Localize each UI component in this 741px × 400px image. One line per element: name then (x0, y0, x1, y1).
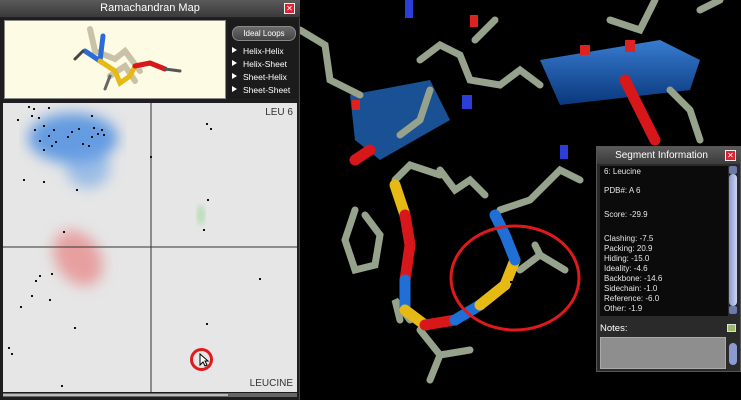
segment-packing: Packing: 20.9 (604, 244, 653, 253)
segment-header: 6: Leucine (604, 167, 641, 176)
segment-pdb: PDB#: A 6 (604, 186, 641, 195)
loop-preview (4, 20, 226, 99)
plot-scrollbar-thumb[interactable] (3, 394, 228, 396)
segment-scrollbar[interactable] (729, 166, 737, 314)
cursor-icon (199, 353, 209, 367)
segment-score: Score: -29.9 (604, 210, 648, 219)
segment-sidechain: Sidechain: -1.0 (604, 284, 658, 293)
ramachandran-title: Ramachandran Map (100, 2, 200, 14)
plot-residue-name: LEUCINE (249, 378, 293, 389)
segment-info-text-area: 6: Leucine PDB#: A 6 Score: -29.9 Clashi… (600, 166, 728, 316)
play-triangle-icon (232, 47, 237, 53)
scroll-up-icon[interactable] (729, 166, 737, 174)
segment-ideality: Ideality: -4.6 (604, 264, 648, 273)
segment-scrollbar-thumb[interactable] (729, 174, 737, 306)
notes-icon[interactable] (727, 324, 736, 332)
loop-item-sheet-helix[interactable]: Sheet-Helix (232, 72, 287, 84)
loop-item-helix-helix[interactable]: Helix-Helix (232, 46, 284, 58)
scroll-down-icon[interactable] (729, 306, 737, 314)
ramachandran-plot-canvas (3, 103, 297, 392)
segment-hiding: Hiding: -15.0 (604, 254, 650, 263)
segment-clashing: Clashing: -7.5 (604, 234, 654, 243)
ideal-loops-panel: Ideal Loops Helix-Helix Helix-Sheet Shee… (228, 20, 298, 99)
play-triangle-icon (232, 73, 237, 79)
segment-other: Other: -1.9 (604, 304, 643, 313)
ramachandran-titlebar[interactable]: Ramachandran Map ✕ (0, 0, 300, 18)
plot-residue-label: LEU 6 (265, 107, 293, 118)
notes-scrollbar[interactable] (729, 343, 737, 365)
close-icon[interactable]: ✕ (284, 3, 295, 14)
highlight-circle-3d (449, 224, 581, 332)
segment-info-titlebar[interactable]: Segment Information ✕ (597, 147, 740, 164)
segment-reference: Reference: -6.0 (604, 294, 660, 303)
play-triangle-icon (232, 86, 237, 92)
ideal-loops-button[interactable]: Ideal Loops (232, 26, 296, 41)
notes-label: Notes: (600, 323, 628, 334)
close-icon[interactable]: ✕ (725, 150, 736, 161)
ramachandran-plot[interactable]: LEU 6 LEUCINE (3, 103, 297, 392)
notes-field[interactable] (600, 337, 726, 369)
segment-info-title: Segment Information (615, 150, 708, 161)
loop-item-sheet-sheet[interactable]: Sheet-Sheet (232, 85, 290, 97)
plot-scrollbar[interactable] (3, 393, 297, 397)
loop-item-helix-sheet[interactable]: Helix-Sheet (232, 59, 287, 71)
segment-info-panel: Segment Information ✕ 6: Leucine PDB#: A… (596, 146, 741, 372)
play-triangle-icon (232, 60, 237, 66)
segment-backbone: Backbone: -14.6 (604, 274, 663, 283)
ramachandran-panel: Ramachandran Map ✕ Ideal Loops Helix-Hel… (0, 0, 300, 400)
